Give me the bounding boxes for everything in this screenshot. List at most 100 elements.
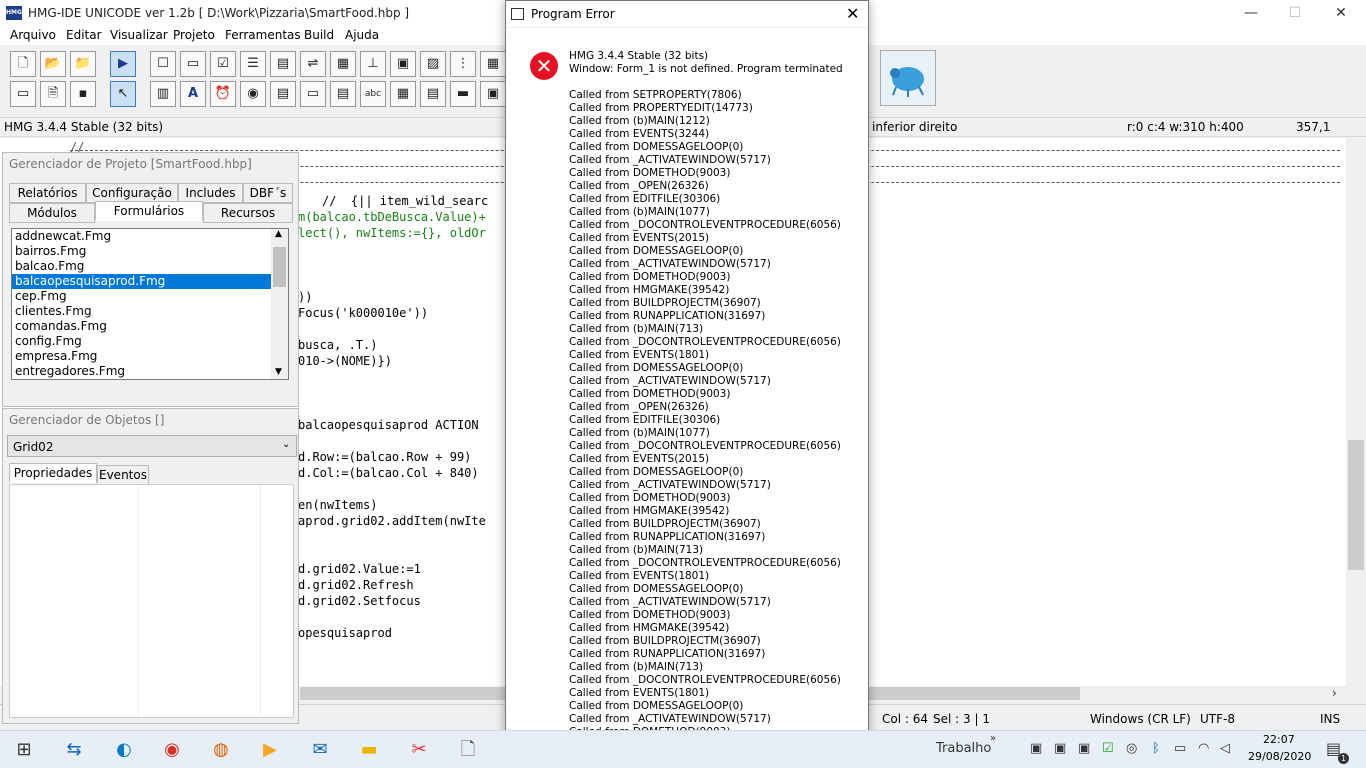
tab-includes[interactable]: Includes [178, 183, 243, 203]
window-icon[interactable]: ▭ [10, 81, 36, 107]
scroll-up-icon[interactable]: ▲ [275, 229, 282, 239]
browse-control-icon[interactable]: ▦ [480, 51, 506, 77]
spinner-control-icon[interactable]: ▤ [330, 81, 356, 107]
chevron-up-icon[interactable]: » [990, 731, 996, 747]
tray-app-icon[interactable]: ▣ [1054, 741, 1066, 757]
battery-icon[interactable]: ▭ [1174, 741, 1186, 757]
scroll-right-icon[interactable]: › [1332, 686, 1337, 700]
new-file-icon[interactable]: 🗋 [10, 51, 36, 77]
tab-modulos[interactable]: Módulos [9, 203, 95, 223]
security-icon[interactable]: ☑ [1102, 741, 1114, 757]
wifi-icon[interactable]: ◠ [1198, 741, 1209, 757]
calendar-control-icon[interactable]: ▦ [390, 81, 416, 107]
checkbox-control-icon[interactable]: ☑ [210, 51, 236, 77]
menu-build[interactable]: Build [304, 28, 334, 42]
image-control-icon[interactable]: ▨ [420, 51, 446, 77]
menu-projeto[interactable]: Projeto [173, 28, 215, 42]
list-item[interactable]: bairros.Fmg [12, 244, 288, 259]
bluetooth-icon[interactable]: ᛒ [1152, 741, 1160, 757]
menu-ajuda[interactable]: Ajuda [345, 28, 379, 42]
list-item[interactable]: config.Fmg [12, 334, 288, 349]
chrome-icon[interactable]: ◉ [160, 738, 184, 762]
textbox-control-icon[interactable]: abc [360, 81, 386, 107]
tray-app-icon[interactable]: ◎ [1126, 741, 1137, 757]
file-list-scroll-thumb[interactable] [273, 247, 286, 287]
clock-date[interactable]: 29/08/2020 [1248, 750, 1311, 763]
tab-eventos[interactable]: Eventos [97, 465, 149, 485]
mail-icon[interactable]: ✉ [308, 738, 332, 762]
media-player-icon[interactable]: ▶ [258, 738, 282, 762]
vertical-scroll-thumb[interactable] [1348, 440, 1364, 570]
tab-propriedades[interactable]: Propriedades [9, 463, 97, 483]
menu-editar[interactable]: Editar [66, 28, 102, 42]
list-item[interactable]: entregadores.Fmg [12, 364, 288, 379]
run-icon[interactable]: ▶ [110, 51, 136, 77]
edge-icon[interactable]: ◐ [112, 738, 136, 762]
list-item[interactable]: cep.Fmg [12, 289, 288, 304]
list-item[interactable]: comandas.Fmg [12, 319, 288, 334]
object-selector-value: Grid02 [13, 440, 54, 454]
forms-file-list[interactable]: addnewcat.Fmg bairros.Fmg balcao.Fmg bal… [11, 228, 289, 380]
list-item[interactable]: empresa.Fmg [12, 349, 288, 364]
save-icon[interactable]: ▪ [70, 81, 96, 107]
call-stack-line: Called from BUILDPROJECTM(36907) [569, 297, 761, 309]
windows-start-icon[interactable]: ⊞ [12, 738, 36, 762]
tab-recursos[interactable]: Recursos [203, 203, 293, 223]
snipping-tool-icon[interactable]: ✂ [407, 738, 431, 762]
teamviewer-icon[interactable]: ⇆ [62, 738, 86, 762]
tab-relatorios[interactable]: Relatórios [9, 183, 86, 203]
minimize-icon[interactable]: — [1228, 0, 1274, 27]
menu-visualizar[interactable]: Visualizar [110, 28, 168, 42]
editor-vertical-scrollbar[interactable] [1346, 138, 1366, 686]
tab-dbfs[interactable]: DBF´s [243, 183, 293, 203]
blank-document-icon[interactable]: 🗋 [456, 738, 480, 762]
maximize-icon[interactable]: ☐ [1272, 0, 1318, 27]
close-icon[interactable]: ✕ [846, 4, 859, 23]
editbox-control-icon[interactable]: ⇌ [300, 51, 326, 77]
error-icon: ✕ [530, 52, 558, 80]
frame-control-icon[interactable]: ▣ [390, 51, 416, 77]
open-project-icon[interactable]: 📁 [70, 51, 96, 77]
volume-icon[interactable]: ◁ [1220, 741, 1230, 757]
listbox-control-icon[interactable]: ☰ [240, 51, 266, 77]
combobox-control-icon[interactable]: ▤ [270, 51, 296, 77]
list-item-selected[interactable]: balcaopesquisaprod.Fmg [12, 274, 288, 289]
pointer-icon[interactable]: ↖ [110, 81, 136, 107]
form-icon[interactable]: ☐ [150, 51, 176, 77]
scroll-down-icon[interactable]: ▼ [275, 367, 282, 377]
document-icon[interactable]: 🗎 [40, 81, 66, 107]
list-item[interactable]: clientes.Fmg [12, 304, 288, 319]
button-control-icon[interactable]: ▭ [180, 51, 206, 77]
tray-app-icon[interactable]: ▣ [1030, 741, 1042, 757]
status-anchor: inferior direito [872, 120, 958, 134]
label-control-icon[interactable]: A [180, 81, 206, 107]
close-icon[interactable]: ✕ [1318, 0, 1364, 27]
timer-control-icon[interactable]: ⏰ [210, 81, 236, 107]
richedit-control-icon[interactable]: ▤ [270, 81, 296, 107]
open-folder-icon[interactable]: 📂 [40, 51, 66, 77]
file-list-scrollbar[interactable]: ▲ ▼ [271, 229, 288, 379]
properties-grid[interactable] [9, 484, 294, 718]
list-item[interactable]: addnewcat.Fmg [12, 229, 288, 244]
progress-control-icon[interactable]: ▬ [450, 81, 476, 107]
tab-configuracao[interactable]: Configuração [86, 183, 178, 203]
tree-control-icon[interactable]: ⋮ [450, 51, 476, 77]
grid-control-icon[interactable]: ▦ [330, 51, 356, 77]
monthcal-control-icon[interactable]: ▤ [420, 81, 446, 107]
toolbar-label[interactable]: Trabalho [936, 741, 991, 757]
object-selector[interactable]: Grid02 ⌄ [7, 435, 297, 457]
firefox-icon[interactable]: ◍ [209, 738, 233, 762]
object-manager-title: Gerenciador de Objetos [] [9, 413, 165, 427]
menu-ferramentas[interactable]: Ferramentas [225, 28, 301, 42]
tab-control-icon[interactable]: ▭ [300, 81, 326, 107]
slider-control-icon[interactable]: ⊥ [360, 51, 386, 77]
tools-icon[interactable]: ▥ [150, 81, 176, 107]
activex-control-icon[interactable]: ▣ [480, 81, 506, 107]
file-explorer-icon[interactable]: ▬ [357, 738, 381, 762]
list-item[interactable]: balcao.Fmg [12, 259, 288, 274]
radio-control-icon[interactable]: ◉ [240, 81, 266, 107]
tray-app-icon[interactable]: ▣ [1078, 741, 1090, 757]
menu-arquivo[interactable]: Arquivo [10, 28, 56, 42]
clock-time[interactable]: 22:07 [1263, 733, 1295, 746]
tab-formularios[interactable]: Formulários [95, 201, 203, 221]
